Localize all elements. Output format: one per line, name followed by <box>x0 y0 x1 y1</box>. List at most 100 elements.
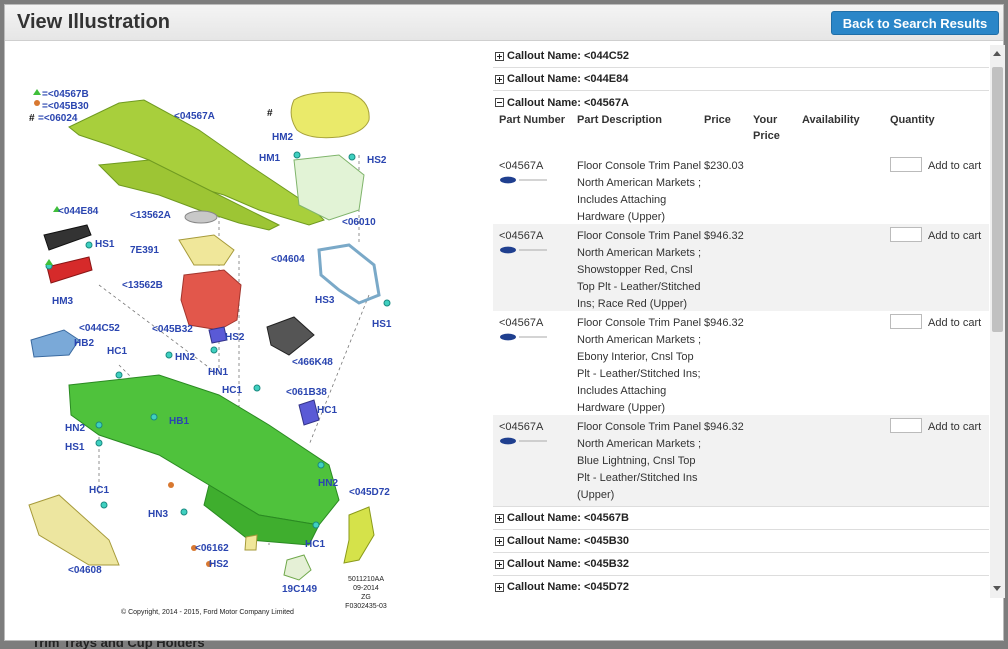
callout-label-19C149[interactable]: 19C149 <box>282 584 317 595</box>
callout-label-HS1[interactable]: HS1 <box>95 239 114 250</box>
callout-04567A[interactable]: Callout Name: <04567A <box>493 91 989 114</box>
header-price: Price <box>704 114 731 126</box>
collapse-minus-icon[interactable] <box>495 98 504 107</box>
callout-label-HM1[interactable]: HM1 <box>259 153 280 164</box>
callout-label-HM2[interactable]: HM2 <box>272 132 293 143</box>
callout-label-HN3[interactable]: HN3 <box>148 509 168 520</box>
quantity-input[interactable] <box>890 314 922 329</box>
callout-label: Callout Name: <045B30 <box>507 535 629 547</box>
legend-hash-label: =<06024 <box>38 113 78 124</box>
callout-label-04608[interactable]: <04608 <box>68 565 102 576</box>
callout-label-HM3[interactable]: HM3 <box>52 296 73 307</box>
legend-hash-symbol: # <box>29 113 35 124</box>
callout-label-HS2-lower[interactable]: HS2 <box>225 332 244 343</box>
table-row: <04567A Floor Console Trim Panel North A… <box>493 154 989 224</box>
callout-label-HB2[interactable]: HB2 <box>74 338 94 349</box>
part-description: Floor Console Trim Panel North American … <box>577 160 702 223</box>
scroll-thumb[interactable] <box>992 67 1003 332</box>
callout-045B30[interactable]: Callout Name: <045B30 <box>493 530 989 553</box>
callout-label-HN2-left[interactable]: HN2 <box>65 423 85 434</box>
part-number: <04567A <box>499 160 544 172</box>
callout-label-466K48[interactable]: <466K48 <box>292 357 333 368</box>
quantity-input[interactable] <box>890 157 922 172</box>
callout-label-HS1-right[interactable]: HS1 <box>372 319 391 330</box>
part-price: $946.32 <box>704 421 744 433</box>
callout-label-04567A[interactable]: <04567A <box>174 111 215 122</box>
header-your-price: Your Price <box>753 114 780 142</box>
callout-label-HS2[interactable]: HS2 <box>367 155 386 166</box>
scroll-down-icon[interactable] <box>993 586 1001 591</box>
add-to-cart-link[interactable]: Add to cart <box>928 228 981 245</box>
callout-label-04604[interactable]: <04604 <box>271 254 305 265</box>
parts-illustration[interactable]: =<04567B =<045B30 # =<06024 <04567A # HM… <box>9 45 479 635</box>
callout-label: Callout Name: <04567A <box>507 96 629 109</box>
callout-label-HC1[interactable]: HC1 <box>107 346 127 357</box>
legend-triangle-label: =<04567B <box>42 89 89 100</box>
part-price: $946.32 <box>704 317 744 329</box>
part-number: <04567A <box>499 421 544 433</box>
callout-label-HN2-right[interactable]: HN2 <box>318 478 338 489</box>
callout-label-HC1-bottom[interactable]: HC1 <box>305 539 325 550</box>
callout-045D72[interactable]: Callout Name: <045D72 <box>493 576 989 598</box>
part-price: $946.32 <box>704 230 744 242</box>
expand-plus-icon[interactable] <box>495 536 504 546</box>
table-row: <04567A Floor Console Trim Panel North A… <box>493 224 989 311</box>
callout-label-HC1-center[interactable]: HC1 <box>222 385 242 396</box>
ref-note-line-2: 09-2014 <box>353 585 379 592</box>
callout-label-06010[interactable]: <06010 <box>342 217 376 228</box>
expand-plus-icon[interactable] <box>495 74 504 84</box>
callout-label-HC1-lower[interactable]: HC1 <box>89 485 109 496</box>
callout-label-HB1[interactable]: HB1 <box>169 416 189 427</box>
callout-label: Callout Name: <044E84 <box>507 73 629 85</box>
ford-logo-icon <box>500 333 547 341</box>
callout-label-13562A[interactable]: <13562A <box>130 210 171 221</box>
copyright-text: © Copyright, 2014 - 2015, Ford Motor Com… <box>121 609 294 616</box>
illustration-modal: View Illustration Back to Search Results <box>4 4 1005 641</box>
callout-label-044C52[interactable]: <044C52 <box>79 323 120 334</box>
callout-label-HN1[interactable]: HN1 <box>208 367 228 378</box>
header-availability: Availability <box>802 114 860 126</box>
part-number: <04567A <box>499 230 544 242</box>
part-number: <04567A <box>499 317 544 329</box>
add-to-cart-link[interactable]: Add to cart <box>928 315 981 332</box>
ford-logo-icon <box>500 246 547 254</box>
panel-scrollbar[interactable] <box>990 45 1005 598</box>
callout-list-panel: Callout Name: <044C52 Callout Name: <044… <box>493 45 989 598</box>
expand-plus-icon[interactable] <box>495 582 504 592</box>
legend-circle-label: =<045B30 <box>42 101 89 112</box>
part-description: Floor Console Trim Panel North American … <box>577 230 702 310</box>
callout-label-045D72[interactable]: <045D72 <box>349 487 390 498</box>
callout-label-044E84[interactable]: <044E84 <box>58 206 98 217</box>
callout-04567B[interactable]: Callout Name: <04567B <box>493 507 989 530</box>
table-row: <04567A Floor Console Trim Panel North A… <box>493 311 989 415</box>
back-to-search-button[interactable]: Back to Search Results <box>831 11 999 35</box>
ref-note-line-4: F0302435-03 <box>345 603 387 610</box>
quantity-input[interactable] <box>890 227 922 242</box>
callout-label-HS2-bottom[interactable]: HS2 <box>209 559 228 570</box>
parts-table-header: Part Number Part Description Price Your … <box>493 114 989 154</box>
callout-label-HC1-right[interactable]: HC1 <box>317 405 337 416</box>
header-part-description: Part Description <box>577 114 662 126</box>
ref-note-line-1: 5011210AA <box>347 576 385 583</box>
add-to-cart-link[interactable]: Add to cart <box>928 419 981 436</box>
callout-045B32[interactable]: Callout Name: <045B32 <box>493 553 989 576</box>
callout-label-13562B[interactable]: <13562B <box>122 280 163 291</box>
callout-label-HS3[interactable]: HS3 <box>315 295 334 306</box>
callout-label: Callout Name: <045B32 <box>507 558 629 570</box>
expand-plus-icon[interactable] <box>495 51 504 61</box>
expand-plus-icon[interactable] <box>495 513 504 523</box>
callout-label-061B38[interactable]: <061B38 <box>286 387 327 398</box>
callout-label-HN2[interactable]: HN2 <box>175 352 195 363</box>
callout-label-06162[interactable]: <06162 <box>195 543 229 554</box>
quantity-input[interactable] <box>890 418 922 433</box>
expand-plus-icon[interactable] <box>495 559 504 569</box>
scroll-up-icon[interactable] <box>993 51 1001 56</box>
callout-label-7E391[interactable]: 7E391 <box>130 245 159 256</box>
modal-title: View Illustration <box>17 11 170 33</box>
add-to-cart-link[interactable]: Add to cart <box>928 158 981 175</box>
callout-label-HS1-left[interactable]: HS1 <box>65 442 84 453</box>
callout-label-045B32[interactable]: <045B32 <box>152 324 193 335</box>
callout-044C52[interactable]: Callout Name: <044C52 <box>493 45 989 68</box>
callout-044E84[interactable]: Callout Name: <044E84 <box>493 68 989 91</box>
modal-header: View Illustration Back to Search Results <box>5 5 1003 41</box>
